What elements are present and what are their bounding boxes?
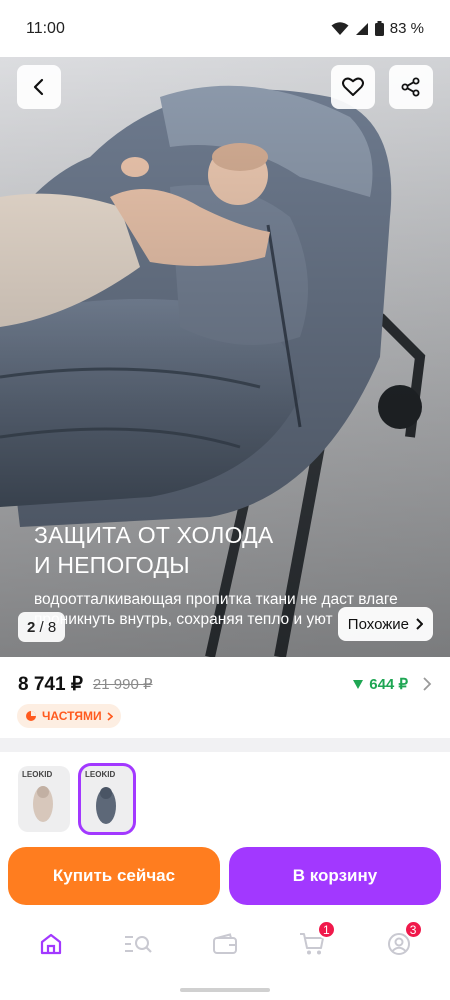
variant-image [96, 787, 116, 824]
chevron-left-icon [33, 78, 44, 96]
add-to-cart-button[interactable]: В корзину [229, 847, 441, 905]
status-bar: 11:00 83 % [0, 0, 450, 57]
cellular-icon [355, 22, 368, 35]
chevron-right-icon [416, 618, 423, 630]
cashback-link[interactable]: 644 ₽ [353, 675, 432, 693]
status-time: 11:00 [26, 19, 65, 37]
share-icon [401, 77, 420, 97]
battery-percent: 83 % [389, 20, 424, 37]
back-button[interactable] [17, 65, 61, 109]
battery-icon [374, 21, 384, 36]
variant-image [33, 786, 53, 822]
tab-home[interactable] [31, 924, 71, 964]
action-bar: Купить сейчас В корзину [0, 840, 450, 916]
pie-icon [26, 711, 36, 721]
current-price: 8 741 ₽ [18, 673, 83, 695]
tab-cart[interactable]: 1 [292, 920, 336, 964]
catalog-search-icon [125, 936, 152, 953]
installments-badge[interactable]: ЧАСТЯМИ [17, 704, 121, 728]
tab-catalog[interactable] [118, 924, 158, 964]
price-row: 8 741 ₽ 21 990 ₽ 644 ₽ [18, 668, 432, 700]
profile-badge: 3 [403, 920, 423, 939]
cart-badge: 1 [316, 920, 336, 939]
favorite-button[interactable] [331, 65, 375, 109]
heart-icon [342, 77, 364, 96]
home-icon [41, 933, 62, 955]
chevron-right-icon [107, 711, 113, 721]
chevron-right-icon [423, 677, 432, 691]
share-button[interactable] [389, 65, 433, 109]
variant-selector: LEOKID LEOKID [0, 760, 450, 840]
tab-wallet[interactable] [205, 924, 245, 964]
tab-profile[interactable]: 3 [379, 920, 423, 964]
section-divider [0, 738, 450, 752]
buy-now-button[interactable]: Купить сейчас [8, 847, 220, 905]
bottom-tabbar: 1 3 [0, 916, 450, 972]
wifi-icon [331, 21, 349, 35]
old-price: 21 990 ₽ [92, 676, 153, 693]
product-gallery[interactable]: ЗАЩИТА ОТ ХОЛОДА И НЕПОГОДЫ водоотталкив… [0, 57, 450, 657]
variant-thumb-gray[interactable]: LEOKID [78, 763, 136, 835]
triangle-down-icon [353, 679, 364, 689]
gallery-counter: 2 / 8 [18, 612, 66, 642]
wallet-icon [212, 933, 237, 954]
variant-thumb-beige[interactable]: LEOKID [18, 766, 70, 832]
caption-title: ЗАЩИТА ОТ ХОЛОДА И НЕПОГОДЫ [34, 522, 274, 578]
home-indicator [180, 988, 270, 992]
status-icons: 83 % [331, 20, 424, 37]
similar-button[interactable]: Похожие [337, 607, 433, 641]
